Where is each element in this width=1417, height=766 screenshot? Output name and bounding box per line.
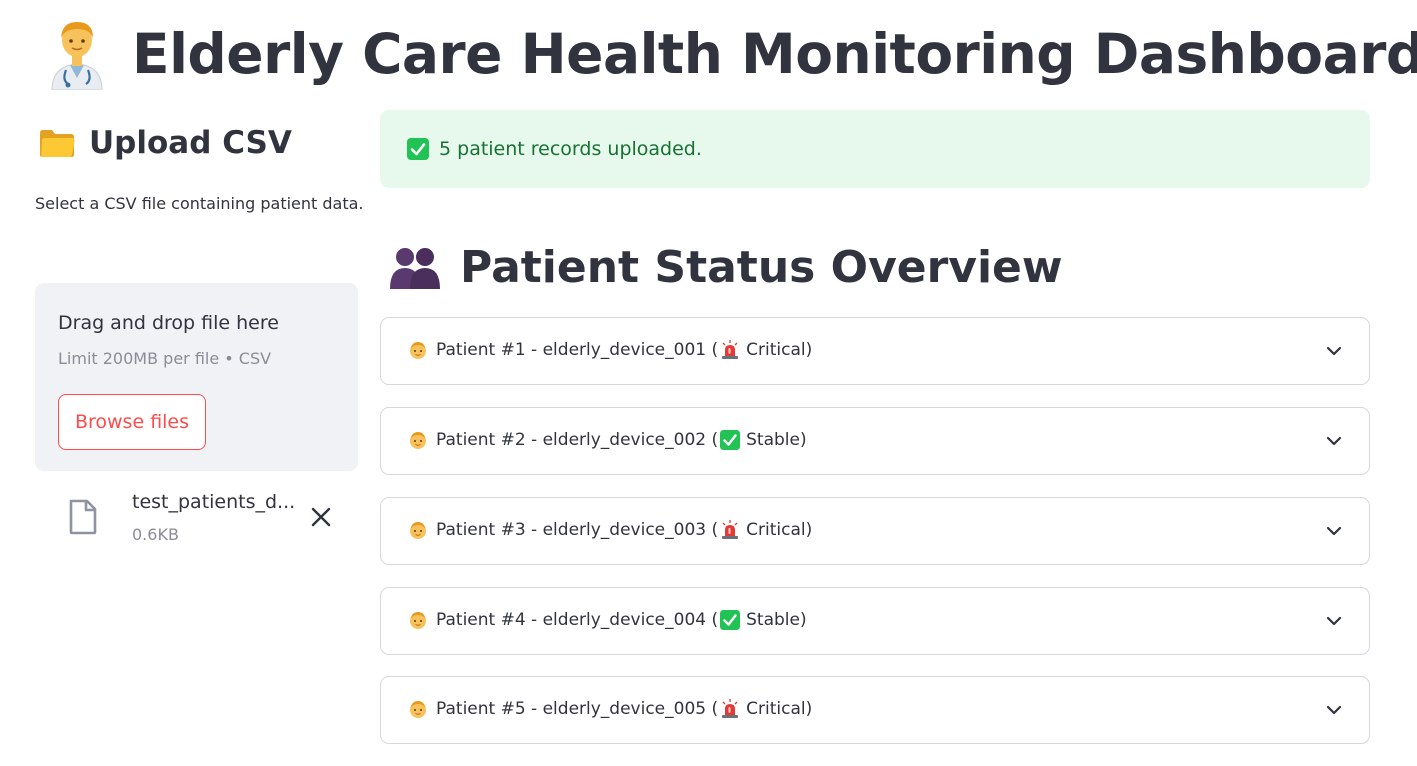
check-icon [720,610,741,630]
chevron-down-icon [1326,616,1342,626]
patient-status: Stable) [746,610,807,630]
section-title: Patient Status Overview [460,241,1063,293]
browse-files-button[interactable]: Browse files [58,394,206,450]
people-icon [390,248,440,289]
patient-status: Critical) [746,520,813,540]
patient-label: Patient #3 - elderly_device_003 ( [436,520,719,540]
success-alert: 5 patient records uploaded. [380,110,1370,188]
folder-icon [40,130,75,157]
patient-status: Critical) [746,340,813,360]
elder-face-icon [410,612,426,629]
expander-label: Patient #3 - elderly_device_003 ( Critic… [408,520,812,540]
sidebar: Upload CSV Select a CSV file containing … [35,118,364,544]
check-icon [407,138,429,160]
file-icon [69,499,97,535]
chevron-down-icon [1326,526,1342,536]
upload-header: Upload CSV [39,118,358,168]
siren-icon [722,699,739,718]
doctor-icon [51,22,103,90]
dropzone-instruction: Drag and drop file here [58,312,279,334]
patient-expander[interactable]: Patient #4 - elderly_device_004 ( Stable… [380,587,1370,655]
patient-label: Patient #2 - elderly_device_002 ( [436,430,719,450]
elder-face-icon [410,701,426,718]
close-icon[interactable] [307,503,335,531]
file-name: test_patients_d... [132,491,296,513]
file-size: 0.6KB [132,525,179,544]
page-header: Elderly Care Health Monitoring Dashboard [46,14,1417,94]
elder-face-icon [410,432,426,449]
chevron-down-icon [1326,346,1342,356]
patient-label: Patient #5 - elderly_device_005 ( [436,699,719,719]
expander-label: Patient #4 - elderly_device_004 ( Stable… [408,610,807,630]
siren-icon [722,340,739,359]
uploaded-file: test_patients_d... 0.6KB [35,491,358,551]
patient-expander[interactable]: Patient #1 - elderly_device_001 ( Critic… [380,317,1370,385]
file-dropzone[interactable]: Drag and drop file here Limit 200MB per … [35,283,358,471]
upload-title: Upload CSV [89,125,292,161]
section-header: Patient Status Overview [388,238,1063,296]
expander-label: Patient #1 - elderly_device_001 ( Critic… [408,340,812,360]
chevron-down-icon [1326,705,1342,715]
patient-expander[interactable]: Patient #5 - elderly_device_005 ( Critic… [380,676,1370,744]
dropzone-limit: Limit 200MB per file • CSV [58,349,272,368]
page-title: Elderly Care Health Monitoring Dashboard [132,22,1417,86]
check-icon [720,430,741,450]
expander-label: Patient #5 - elderly_device_005 ( Critic… [408,699,812,719]
elder-face-icon [410,342,426,359]
patient-label: Patient #1 - elderly_device_001 ( [436,340,719,360]
patient-expander[interactable]: Patient #2 - elderly_device_002 ( Stable… [380,407,1370,475]
siren-icon [722,520,739,539]
upload-description: Select a CSV file containing patient dat… [35,194,364,213]
patient-expander[interactable]: Patient #3 - elderly_device_003 ( Critic… [380,497,1370,565]
patient-label: Patient #4 - elderly_device_004 ( [436,610,719,630]
success-message: 5 patient records uploaded. [439,138,702,160]
patient-status: Critical) [746,699,813,719]
expander-label: Patient #2 - elderly_device_002 ( Stable… [408,430,807,450]
chevron-down-icon [1326,436,1342,446]
elder-face-icon [410,522,426,539]
patient-status: Stable) [746,430,807,450]
